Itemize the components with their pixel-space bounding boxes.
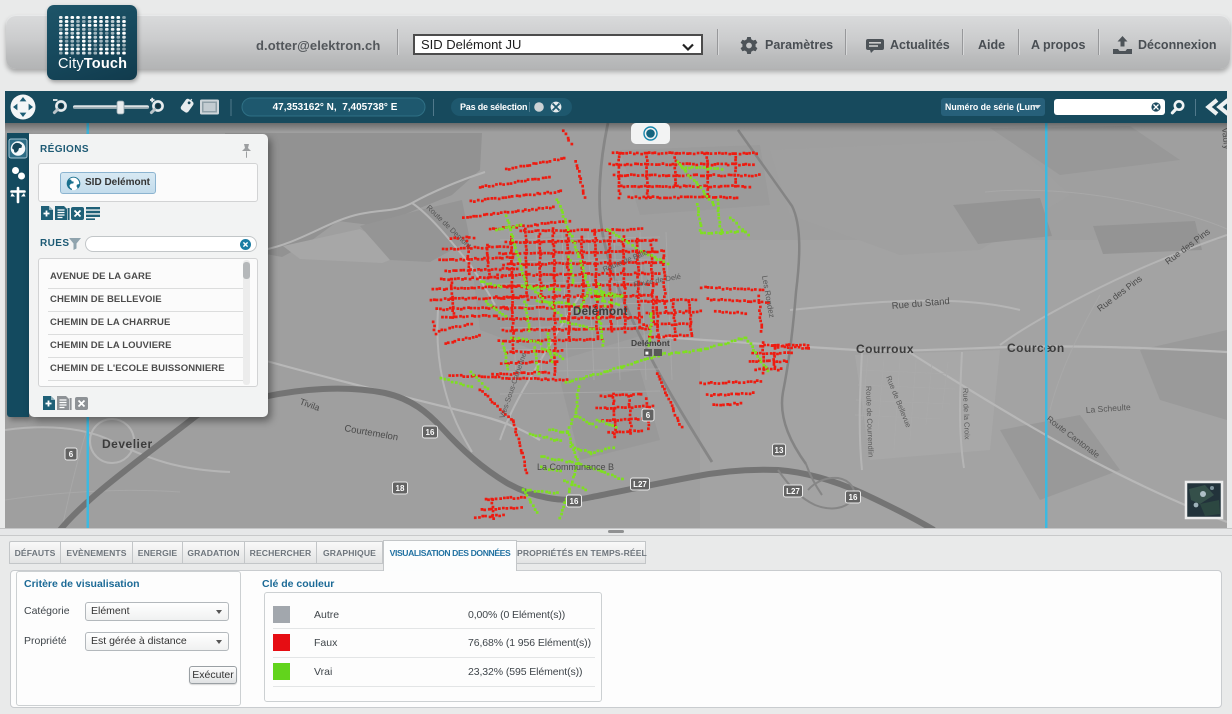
svg-text:Develier: Develier: [102, 437, 153, 451]
svg-text:16: 16: [570, 497, 579, 506]
svg-text:Courroux: Courroux: [856, 342, 914, 356]
svg-text:47,353162° N, 7,405738° E: 47,353162° N, 7,405738° E: [273, 102, 398, 113]
svg-text:■: ■: [645, 351, 649, 357]
svg-text:L27: L27: [786, 487, 800, 496]
svg-text:Pas de sélection: Pas de sélection: [460, 102, 527, 112]
svg-text:18: 18: [396, 484, 405, 493]
svg-text:La Communance B: La Communance B: [537, 462, 614, 472]
svg-text:Rue de la Croix: Rue de la Croix: [961, 388, 972, 440]
svg-text:Numéro de série (Lun: Numéro de série (Lun: [945, 102, 1035, 112]
svg-text:13: 13: [775, 446, 784, 455]
svg-text:16: 16: [849, 493, 858, 502]
svg-text:L27: L27: [633, 480, 647, 489]
svg-text:Delémont: Delémont: [631, 338, 670, 348]
svg-text:Delémont: Delémont: [573, 306, 628, 318]
svg-text:Cource: Cource: [1007, 341, 1051, 355]
svg-text:16: 16: [426, 428, 435, 437]
svg-text:6: 6: [646, 411, 651, 420]
svg-text:on: on: [1049, 341, 1065, 355]
svg-text:6: 6: [69, 450, 74, 459]
